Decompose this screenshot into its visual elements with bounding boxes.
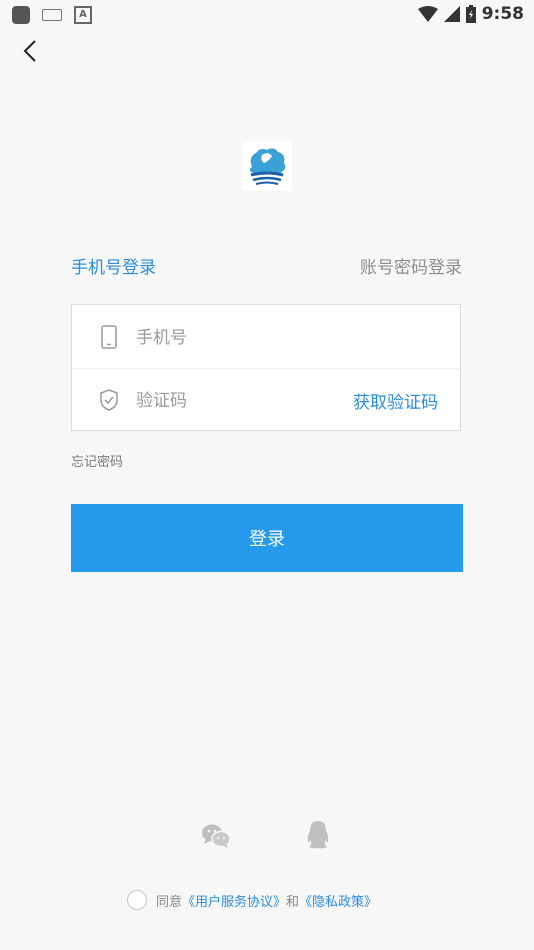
phone-icon [101,325,117,349]
login-button[interactable]: 登录 [71,504,463,572]
keyboard-icon [42,9,62,21]
get-code-button[interactable]: 获取验证码 [353,388,438,413]
wechat-icon[interactable] [201,823,231,849]
notification-icon [12,6,30,24]
tab-phone-login[interactable]: 手机号登录 [71,253,156,278]
clock: 9:58 [481,4,524,24]
agree-prefix: 同意 [156,895,183,910]
code-input[interactable] [134,384,338,418]
code-row: 获取验证码 [72,368,460,431]
privacy-policy-link[interactable]: 《隐私政策》 [299,895,377,910]
qq-icon[interactable] [305,820,331,850]
user-agreement-link[interactable]: 《用户服务协议》 [182,895,286,910]
tab-account-login[interactable]: 账号密码登录 [360,253,462,278]
input-method-icon: A [74,6,92,24]
login-form: 获取验证码 [71,304,461,431]
signal-icon [443,6,460,22]
phone-input[interactable] [134,321,338,355]
app-logo [242,141,292,191]
forgot-password-link[interactable]: 忘记密码 [71,451,123,470]
wifi-icon [417,6,438,22]
phone-row [72,305,460,369]
status-bar: A 9:58 [0,0,534,28]
agree-radio[interactable] [127,890,147,910]
agree-and: 和 [286,895,300,910]
agreement-text: 同意《用户服务协议》和《隐私政策》 [156,891,377,910]
battery-icon [465,5,476,23]
back-arrow-icon[interactable] [18,38,44,64]
shield-check-icon [100,389,118,411]
agreement-row: 同意《用户服务协议》和《隐私政策》 [0,888,534,912]
